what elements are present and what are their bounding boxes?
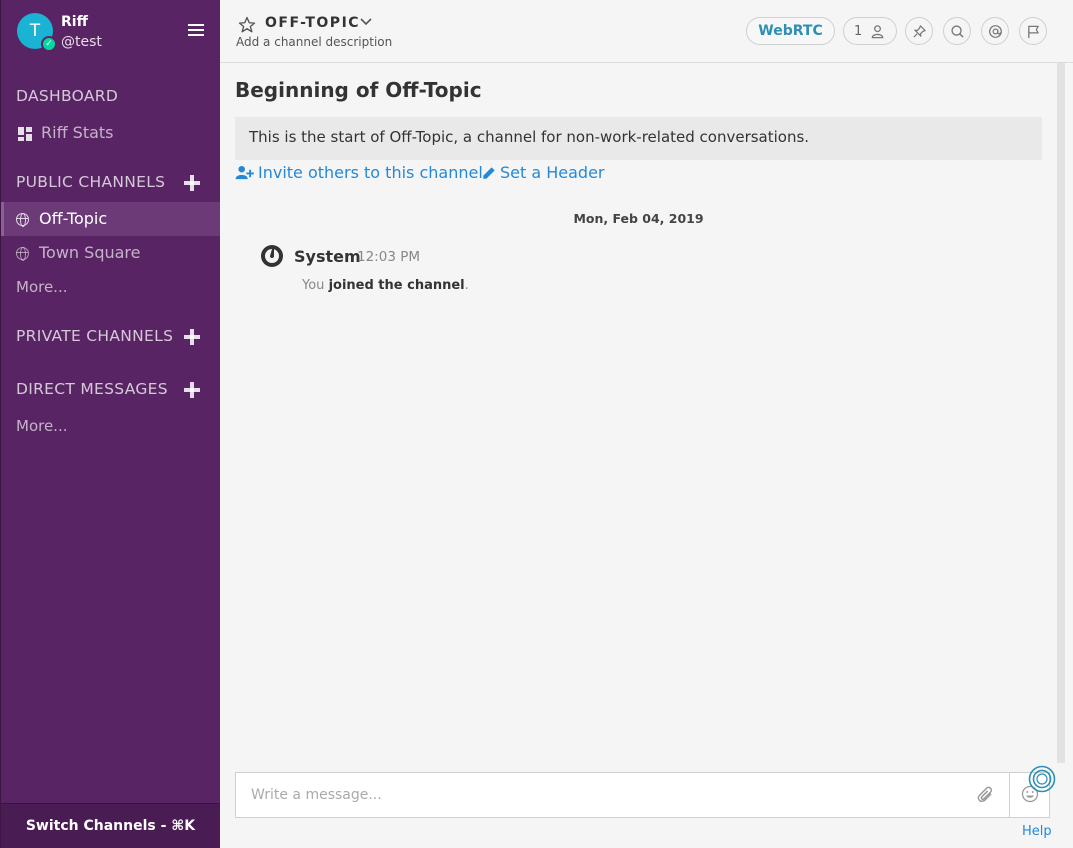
post-message: You joined the channel. [302,278,469,293]
set-header-label: Set a Header [500,163,605,182]
team-header: T ✓ Riff @test [1,0,220,62]
switch-channels-button[interactable]: Switch Channels - ⌘K [1,803,220,848]
riff-target-icon[interactable] [1028,765,1056,793]
message-composer [235,772,1050,818]
channel-name[interactable]: OFF-TOPIC [265,15,360,31]
search-button[interactable] [943,17,971,45]
flag-icon [1028,25,1039,39]
sidebar: T ✓ Riff @test DASHBOARD Riff Stats PUBL… [0,0,220,848]
date-separator: Mon, Feb 04, 2019 [573,211,704,226]
direct-messages-title: DIRECT MESSAGES [16,380,168,398]
search-icon [951,25,964,38]
channel-intro-text: This is the start of Off-Topic, a channe… [235,117,1042,160]
team-name: Riff [61,14,88,30]
add-public-channel-icon[interactable] [184,175,200,191]
mentions-button[interactable] [981,17,1009,45]
globe-icon [16,247,29,261]
at-mention-icon [989,25,1002,38]
hamburger-menu-icon[interactable] [188,24,204,38]
sidebar-item-label: Off-Topic [39,209,108,228]
direct-messages-more-link[interactable]: More... [16,417,68,435]
flagged-button[interactable] [1019,17,1047,45]
public-channels-title: PUBLIC CHANNELS [16,173,166,191]
webrtc-button[interactable]: WebRTC [746,17,835,45]
post-time[interactable]: 12:03 PM [357,249,420,265]
pencil-icon [483,167,495,179]
channel-content: Beginning of Off-Topic This is the start… [220,63,1073,848]
set-header-link[interactable]: Set a Header [482,163,605,182]
sidebar-item-label: Riff Stats [41,123,114,142]
member-icon [871,25,884,39]
post-author[interactable]: System [294,247,361,266]
post-prefix: You [302,278,325,293]
members-button[interactable]: 1 [843,17,897,45]
invite-others-label: Invite others to this channel [258,163,483,182]
public-channels-more-link[interactable]: More... [16,278,68,296]
pin-button[interactable] [905,17,933,45]
username: @test [61,34,102,50]
post-suffix: . [464,278,469,293]
star-icon[interactable] [238,16,256,34]
online-status-icon: ✓ [41,36,57,52]
sidebar-item-off-topic[interactable]: Off-Topic [1,202,220,236]
sidebar-item-town-square[interactable]: Town Square [1,236,220,270]
system-logo-icon [261,245,283,267]
pin-icon [913,25,926,38]
add-private-channel-icon[interactable] [184,329,200,345]
attachment-icon[interactable] [977,786,995,804]
dashboard-icon [18,127,32,141]
channel-intro-title: Beginning of Off-Topic [235,78,482,102]
chevron-down-icon[interactable] [359,15,373,29]
add-user-icon [235,165,254,180]
sidebar-item-label: Town Square [39,243,141,262]
message-input[interactable] [236,773,1008,817]
channel-header: OFF-TOPIC Add a channel description WebR… [220,0,1073,63]
channel-description[interactable]: Add a channel description [236,35,392,49]
globe-icon [16,213,29,227]
dashboard-section-title: DASHBOARD [16,87,119,105]
private-channels-title: PRIVATE CHANNELS [16,327,174,345]
member-count: 1 [854,24,863,39]
post-action: joined the channel [328,278,465,293]
scrollbar[interactable] [1057,63,1065,763]
sidebar-item-riff-stats[interactable]: Riff Stats [1,116,220,150]
help-link[interactable]: Help [1022,824,1052,839]
add-direct-message-icon[interactable] [184,382,200,398]
invite-others-link[interactable]: Invite others to this channel [235,163,483,182]
